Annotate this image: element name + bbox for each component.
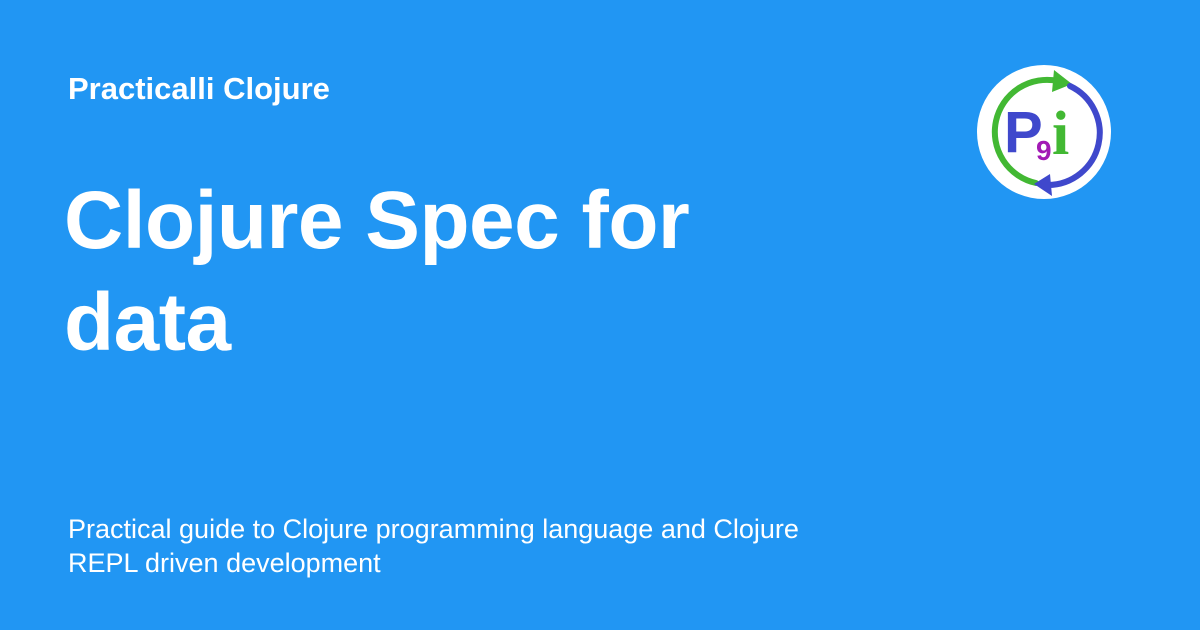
logo-graphic: P 9 i (977, 65, 1111, 199)
practicalli-logo-icon: P 9 i (974, 62, 1114, 202)
site-name: Practicalli Clojure (68, 71, 330, 106)
logo-digit-nine: 9 (1036, 135, 1052, 166)
logo-letter-i: i (1052, 100, 1069, 168)
page-description: Practical guide to Clojure programming l… (68, 514, 799, 578)
page-title: Clojure Spec for data (64, 175, 690, 368)
